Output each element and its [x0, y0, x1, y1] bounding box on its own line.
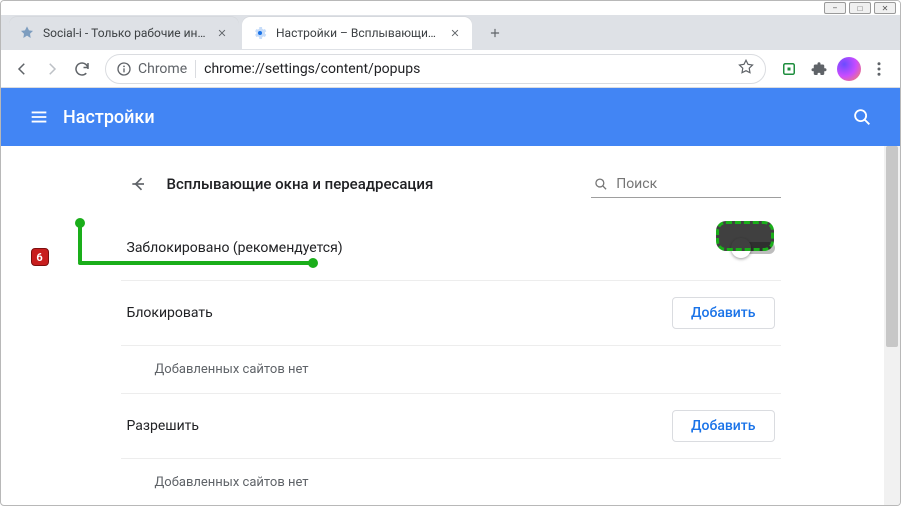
overflow-menu-button[interactable]: [864, 54, 894, 84]
tab-favicon-social-i: [19, 25, 35, 41]
page-search-field[interactable]: [591, 171, 781, 198]
extensions-puzzle-icon[interactable]: [804, 54, 834, 84]
tab-close-button[interactable]: [215, 26, 229, 40]
site-info-button[interactable]: Chrome: [116, 61, 187, 77]
tab-social-i[interactable]: Social-i - Только рабочие инстр: [9, 17, 239, 49]
window-minimize-button[interactable]: –: [824, 2, 846, 14]
blocked-toggle-row: Заблокировано (рекомендуется): [121, 216, 781, 281]
page-back-button[interactable]: [121, 166, 157, 202]
menu-button[interactable]: [19, 97, 59, 137]
page-search-input[interactable]: [616, 176, 778, 192]
url-text: chrome://settings/content/popups: [204, 61, 420, 77]
forward-button[interactable]: [37, 54, 67, 84]
tab-settings[interactable]: Настройки – Всплывающие окн: [242, 17, 472, 49]
allow-section-header: Разрешить Добавить: [121, 394, 781, 459]
page-header: Всплывающие окна и переадресация: [121, 160, 781, 216]
browser-window: – □ ✕ Social-i - Только рабочие инстр На…: [0, 0, 901, 506]
blocked-label: Заблокировано (рекомендуется): [127, 240, 343, 256]
back-button[interactable]: [7, 54, 37, 84]
window-maximize-button[interactable]: □: [849, 2, 871, 14]
settings-appbar: Настройки: [1, 88, 900, 146]
new-tab-button[interactable]: [481, 19, 509, 47]
omnibox-divider: [195, 60, 196, 78]
allow-empty-text: Добавленных сайтов нет: [127, 475, 309, 490]
allow-add-button[interactable]: Добавить: [672, 410, 774, 442]
gear-icon: [252, 25, 268, 41]
page-title: Всплывающие окна и переадресация: [167, 175, 434, 193]
tab-title: Настройки – Всплывающие окн: [276, 26, 442, 40]
tab-strip: Social-i - Только рабочие инстр Настройк…: [1, 15, 900, 50]
annotation-badge: 6: [31, 248, 49, 266]
search-icon: [593, 175, 609, 193]
content-area: Настройки Всплывающие окна и переадресац…: [1, 88, 900, 505]
extension-icon[interactable]: [774, 54, 804, 84]
avatar: [837, 57, 861, 81]
annotation-line-vertical: [78, 223, 82, 263]
browser-toolbar: Chrome chrome://settings/content/popups: [1, 50, 900, 88]
settings-page: Всплывающие окна и переадресация Заблоки…: [121, 146, 781, 506]
annotation-line-horizontal: [78, 261, 313, 265]
window-close-button[interactable]: ✕: [874, 2, 896, 14]
window-titlebar: – □ ✕: [1, 1, 900, 15]
block-heading: Блокировать: [127, 305, 213, 321]
bookmark-button[interactable]: [737, 58, 755, 80]
site-info-label: Chrome: [138, 61, 187, 77]
reload-button[interactable]: [67, 54, 97, 84]
tab-title: Social-i - Только рабочие инстр: [43, 26, 209, 40]
block-empty-text: Добавленных сайтов нет: [127, 362, 309, 377]
annotation-toggle-highlight: [716, 221, 774, 251]
address-bar[interactable]: Chrome chrome://settings/content/popups: [105, 54, 766, 84]
block-section-header: Блокировать Добавить: [121, 281, 781, 346]
allow-heading: Разрешить: [127, 418, 200, 434]
settings-search-button[interactable]: [842, 97, 882, 137]
vertical-scrollbar[interactable]: [884, 146, 900, 505]
block-add-button[interactable]: Добавить: [672, 297, 774, 329]
annotation-dot-end: [308, 258, 318, 268]
profile-button[interactable]: [834, 54, 864, 84]
scrollbar-thumb[interactable]: [886, 146, 898, 347]
block-empty-row: Добавленных сайтов нет: [121, 346, 781, 394]
appbar-title: Настройки: [63, 107, 155, 128]
tab-close-button[interactable]: [448, 26, 462, 40]
allow-empty-row: Добавленных сайтов нет: [121, 459, 781, 506]
